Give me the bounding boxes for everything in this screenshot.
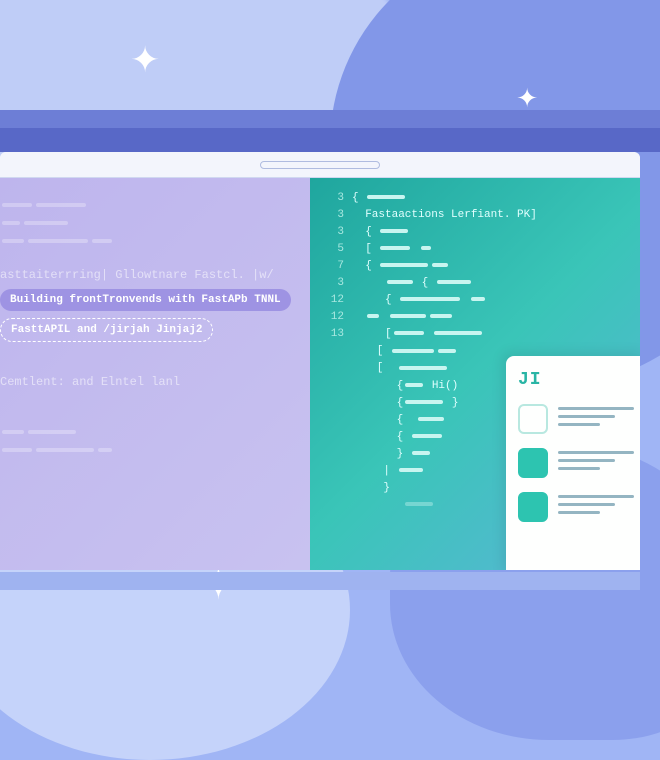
sparkle-icon: ✦ <box>516 84 538 114</box>
ui-preview-card: JI <box>506 356 640 570</box>
horizon-stripe <box>0 128 660 152</box>
list-item <box>518 492 634 522</box>
chip-main: Building frontTronvends with FastAPb TNN… <box>0 289 291 311</box>
window-titlebar <box>0 152 640 178</box>
list-item <box>518 404 634 434</box>
left-text-line: Cemtlent: and Elntel lanl <box>0 375 302 389</box>
app-window: asttaiterrring| Gllowtnare Fastcl. |w/ B… <box>0 152 640 570</box>
item-thumbnail <box>518 448 548 478</box>
right-pane-code: 3{ 3 Fastaactions Lerfiant. PK] 3 { 5 [ … <box>310 178 640 570</box>
code-header: Fastaactions Lerfiant. PK] <box>365 209 537 221</box>
item-thumbnail <box>518 404 548 434</box>
titlebar-handle <box>260 161 380 169</box>
list-item <box>518 448 634 478</box>
window-footer <box>0 572 640 590</box>
chip-secondary: FasttAPIL and /jirjah Jinjaj2 <box>0 318 213 342</box>
left-pane: asttaiterrring| Gllowtnare Fastcl. |w/ B… <box>0 178 310 570</box>
card-title: JI <box>518 370 634 390</box>
left-text-line: asttaiterrring| Gllowtnare Fastcl. |w/ <box>0 268 302 282</box>
sparkle-icon: ✦ <box>130 40 160 81</box>
code-call: Hi() <box>432 380 458 392</box>
item-thumbnail <box>518 492 548 522</box>
